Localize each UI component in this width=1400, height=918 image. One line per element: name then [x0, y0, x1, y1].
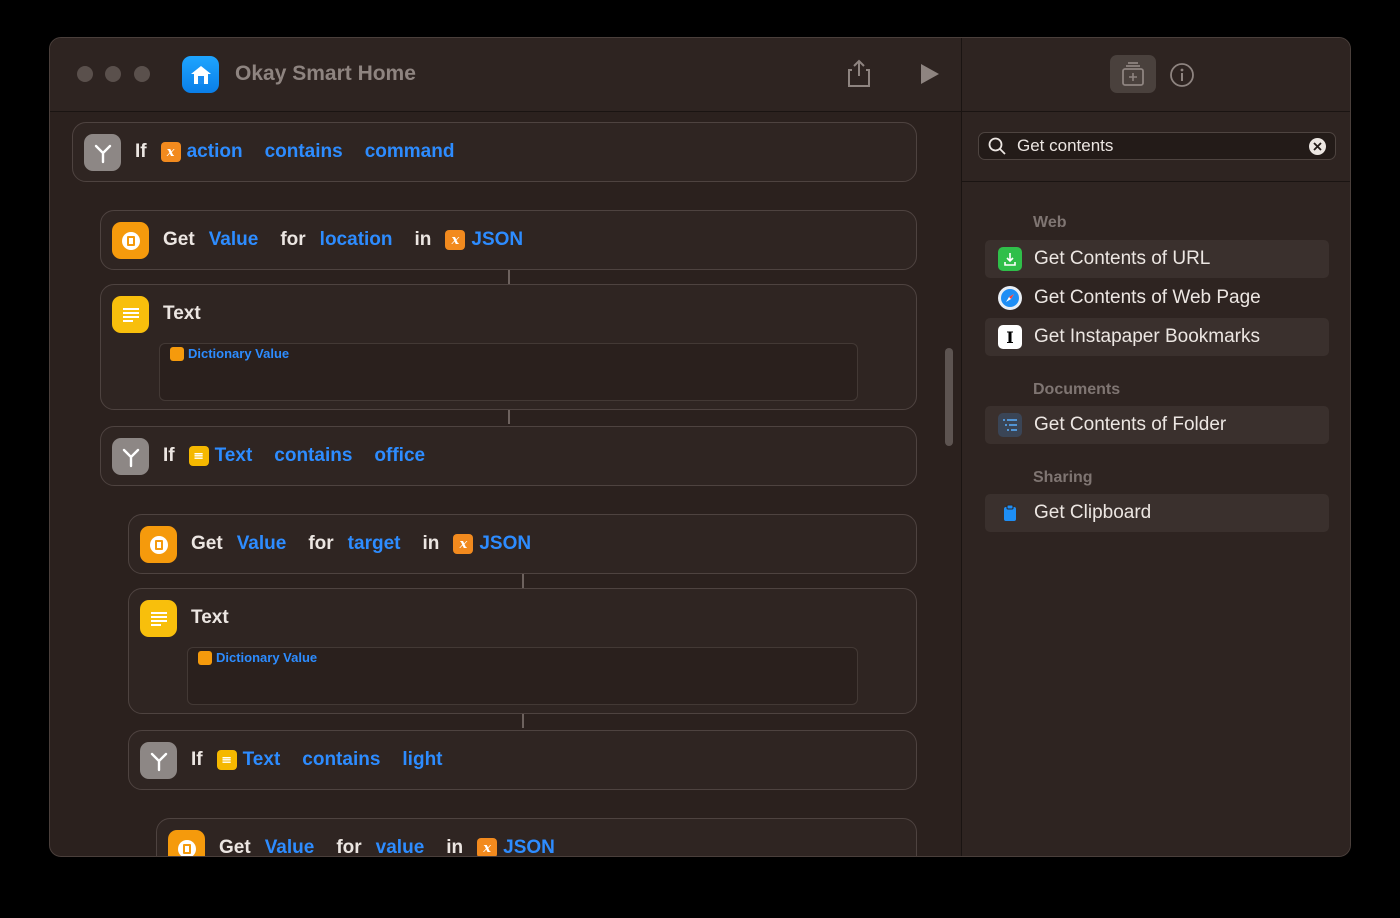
get-dictionary-value-block[interactable]: Get Value for target in x JSON	[128, 514, 917, 574]
download-icon	[998, 247, 1022, 271]
action-item-get-contents-of-web-page[interactable]: Get Contents of Web Page	[985, 279, 1329, 317]
connector	[508, 410, 510, 424]
if-branch-icon	[112, 438, 149, 475]
get-keyword: Get	[191, 533, 223, 554]
variable-token[interactable]: x JSON	[477, 837, 555, 856]
section-header-web: Web	[1033, 214, 1067, 231]
zoom-window-button[interactable]	[134, 66, 150, 82]
shortcut-editor: If x action contains command Get Value fo…	[50, 112, 940, 857]
search-icon	[988, 137, 1006, 160]
title-bar: Okay Smart Home	[50, 38, 962, 112]
text-field[interactable]: Dictionary Value	[159, 343, 858, 401]
condition-value[interactable]: light	[402, 749, 442, 771]
text-lines-icon: ≡	[216, 750, 237, 770]
action-library-button[interactable]	[1110, 55, 1156, 93]
connector	[522, 574, 524, 588]
condition-value[interactable]: command	[365, 141, 455, 163]
folder-list-icon	[998, 413, 1022, 437]
variable-icon: x	[445, 230, 466, 250]
text-lines-icon	[140, 600, 177, 637]
play-icon[interactable]	[919, 62, 941, 91]
dictionary-value-token[interactable]: Dictionary Value	[198, 650, 317, 665]
if-keyword: If	[191, 749, 203, 770]
key-param[interactable]: value	[376, 837, 425, 856]
if-block[interactable]: If x action contains command	[72, 122, 917, 182]
for-keyword: for	[280, 229, 306, 250]
condition-operator[interactable]: contains	[265, 141, 343, 163]
get-type-param[interactable]: Value	[265, 837, 315, 856]
editor-scrollbar[interactable]	[945, 348, 953, 446]
section-header-documents: Documents	[1033, 381, 1121, 398]
variable-token[interactable]: ≡ Text	[188, 445, 252, 467]
variable-token[interactable]: ≡ Text	[216, 749, 280, 771]
close-window-button[interactable]	[77, 66, 93, 82]
get-keyword: Get	[219, 837, 251, 857]
action-item-get-clipboard[interactable]: Get Clipboard	[985, 494, 1329, 532]
get-keyword: Get	[163, 229, 195, 250]
connector	[522, 714, 524, 728]
info-icon[interactable]	[1169, 62, 1195, 93]
variable-token[interactable]: x JSON	[445, 229, 523, 251]
dictionary-icon	[198, 650, 212, 665]
divider	[962, 181, 1350, 182]
instapaper-icon: I	[998, 325, 1022, 349]
variable-icon: x	[477, 838, 498, 856]
for-keyword: for	[336, 837, 362, 857]
text-title: Text	[163, 303, 201, 324]
clipboard-icon	[998, 501, 1022, 525]
home-icon	[182, 56, 219, 93]
dictionary-icon	[112, 222, 149, 259]
condition-operator[interactable]: contains	[274, 445, 352, 467]
dictionary-value-token[interactable]: Dictionary Value	[170, 346, 289, 361]
in-keyword: in	[446, 837, 464, 857]
if-block[interactable]: If ≡ Text contains light	[128, 730, 917, 790]
action-library-icon	[1122, 62, 1144, 86]
if-branch-icon	[140, 742, 177, 779]
search-field[interactable]: Get contents	[978, 132, 1336, 160]
condition-value[interactable]: office	[374, 445, 425, 467]
get-type-param[interactable]: Value	[209, 229, 259, 251]
if-block[interactable]: If ≡ Text contains office	[100, 426, 917, 486]
shortcuts-window: Okay Smart Home If x action contains comm…	[49, 37, 1351, 857]
dictionary-icon	[170, 346, 184, 361]
action-item-get-contents-of-folder[interactable]: Get Contents of Folder	[985, 406, 1329, 444]
text-title: Text	[191, 607, 229, 628]
condition-operator[interactable]: contains	[302, 749, 380, 771]
key-param[interactable]: location	[320, 229, 393, 251]
action-library-sidebar: Get contents Web Get Contents of URL Get…	[962, 38, 1350, 856]
dictionary-icon	[168, 830, 205, 856]
sidebar-toolbar	[962, 38, 1350, 112]
text-block[interactable]: Text Dictionary Value	[128, 588, 917, 714]
if-keyword: If	[135, 141, 147, 162]
action-item-get-contents-of-url[interactable]: Get Contents of URL	[985, 240, 1329, 278]
search-input[interactable]: Get contents	[1017, 136, 1113, 156]
dictionary-icon	[140, 526, 177, 563]
get-type-param[interactable]: Value	[237, 533, 287, 555]
if-keyword: If	[163, 445, 175, 466]
shortcut-title[interactable]: Okay Smart Home	[235, 62, 416, 86]
text-lines-icon	[112, 296, 149, 333]
variable-token[interactable]: x JSON	[453, 533, 531, 555]
text-lines-icon: ≡	[188, 446, 209, 466]
minimize-window-button[interactable]	[105, 66, 121, 82]
section-header-sharing: Sharing	[1033, 469, 1093, 486]
text-block[interactable]: Text Dictionary Value	[100, 284, 917, 410]
if-branch-icon	[84, 134, 121, 171]
connector	[508, 270, 510, 284]
in-keyword: in	[414, 229, 432, 250]
key-param[interactable]: target	[348, 533, 401, 555]
get-dictionary-value-block[interactable]: Get Value for value in x JSON	[156, 818, 917, 857]
in-keyword: in	[422, 533, 440, 554]
text-field[interactable]: Dictionary Value	[187, 647, 858, 705]
variable-token[interactable]: x action	[160, 141, 243, 163]
variable-icon: x	[453, 534, 474, 554]
clear-search-icon[interactable]	[1309, 138, 1326, 155]
share-icon[interactable]	[847, 58, 871, 93]
safari-compass-icon	[998, 286, 1022, 310]
variable-icon: x	[160, 142, 181, 162]
for-keyword: for	[308, 533, 334, 554]
get-dictionary-value-block[interactable]: Get Value for location in x JSON	[100, 210, 917, 270]
action-item-get-instapaper-bookmarks[interactable]: I Get Instapaper Bookmarks	[985, 318, 1329, 356]
